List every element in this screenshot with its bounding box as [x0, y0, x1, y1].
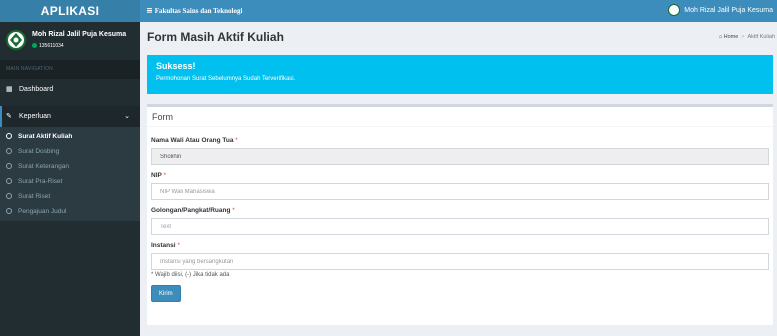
submenu-item-surat-pra-riset[interactable]: Surat Pra-Riset: [0, 174, 140, 189]
circle-icon: [6, 163, 12, 169]
required-note: * Wajib diisi, (-) Jika tidak ada: [151, 272, 230, 278]
submenu: Surat Aktif Kuliah Surat Dosbing Surat K…: [0, 127, 140, 221]
home-icon: ⌂: [718, 34, 723, 40]
circle-icon: [6, 193, 12, 199]
nip-field[interactable]: [151, 183, 769, 200]
faculty-title: Fakultas Sains dan Teknologi: [154, 7, 243, 15]
sidebar-item-label: Dashboard: [19, 86, 54, 93]
user-name: Moh Rizal Jalil Puja Kesuma: [32, 31, 127, 38]
alert-title: Suksess!: [156, 61, 196, 71]
submenu-item-surat-aktif-kuliah[interactable]: Surat Aktif Kuliah: [0, 129, 140, 144]
user-id-text: 135611034: [39, 43, 64, 49]
submenu-label: Pengajuan Judul: [18, 208, 67, 215]
circle-icon: [6, 178, 12, 184]
circle-icon: [6, 208, 12, 214]
app-logo[interactable]: APLIKASI: [0, 0, 140, 22]
chevron-down-icon: ⌄: [124, 113, 130, 120]
field-label-golongan: Golongan/Pangkat/Ruang *: [151, 207, 235, 214]
instansi-field[interactable]: [151, 253, 769, 270]
submenu-label: Surat Dosbing: [18, 148, 60, 155]
form-box: Form Nama Wali Atau Orang Tua * NIP * Go…: [147, 104, 773, 325]
golongan-field[interactable]: [151, 218, 769, 235]
success-alert: Suksess! Permohonan Surat Sebelumnya Sud…: [147, 55, 773, 94]
breadcrumb: ⌂ Home > Aktif Kuliah: [718, 34, 775, 40]
submenu-item-surat-riset[interactable]: Surat Riset: [0, 189, 140, 204]
alert-message: Permohonan Surat Sebelumnya Sudah Terver…: [156, 76, 296, 82]
user-menu[interactable]: Moh Rizal Jalil Puja Kesuma: [668, 0, 773, 22]
content-header: Form Masih Aktif Kuliah ⌂ Home > Aktif Kul…: [147, 30, 777, 50]
submenu-label: Surat Aktif Kuliah: [18, 133, 73, 140]
breadcrumb-current: Aktif Kuliah: [747, 34, 775, 40]
topbar: ≡ Fakultas Sains dan Teknologi Moh Rizal …: [140, 0, 777, 22]
user-id: 135611034: [32, 43, 64, 49]
edit-icon: ✎: [6, 113, 12, 120]
sidebar-item-keperluan[interactable]: ✎ Keperluan ⌄: [0, 106, 140, 127]
submenu-label: Surat Keterangan: [18, 163, 69, 170]
submenu-item-surat-keterangan[interactable]: Surat Keterangan: [0, 159, 140, 174]
nav-header: MAIN NAVIGATION: [0, 60, 140, 79]
sidebar: APLIKASI Moh Rizal Jalil Puja Kesuma 135…: [0, 0, 140, 336]
form: Nama Wali Atau Orang Tua * NIP * Golonga…: [147, 127, 773, 302]
field-label-nip: NIP *: [151, 172, 167, 179]
user-menu-name: Moh Rizal Jalil Puja Kesuma: [684, 7, 773, 14]
submenu-item-pengajuan-judul[interactable]: Pengajuan Judul: [0, 204, 140, 219]
sidebar-item-dashboard[interactable]: ▦ Dashboard: [0, 79, 140, 100]
box-title: Form: [147, 107, 773, 127]
submenu-item-surat-dosbing[interactable]: Surat Dosbing: [0, 144, 140, 159]
dashboard-icon: ▦: [6, 86, 13, 93]
submenu-label: Surat Pra-Riset: [18, 178, 63, 185]
topbar-title: ≡ Fakultas Sains dan Teknologi: [146, 0, 242, 22]
avatar: [668, 4, 681, 17]
circle-icon: [6, 148, 12, 154]
field-label-instansi: Instansi *: [151, 242, 180, 249]
online-status-icon: [32, 43, 37, 49]
avatar: [6, 30, 26, 50]
submit-button[interactable]: Kirim: [151, 285, 181, 302]
submenu-label: Surat Riset: [18, 193, 51, 200]
menu-toggle-icon[interactable]: ≡: [146, 6, 153, 15]
page-title: Form Masih Aktif Kuliah: [147, 30, 284, 44]
sidebar-item-label: Keperluan: [19, 113, 51, 120]
field-label-nama-wali: Nama Wali Atau Orang Tua *: [151, 137, 238, 144]
nama-wali-field[interactable]: [151, 148, 769, 165]
circle-icon: [6, 133, 12, 139]
breadcrumb-home[interactable]: Home: [724, 34, 739, 40]
user-panel: Moh Rizal Jalil Puja Kesuma 135611034: [0, 22, 140, 60]
